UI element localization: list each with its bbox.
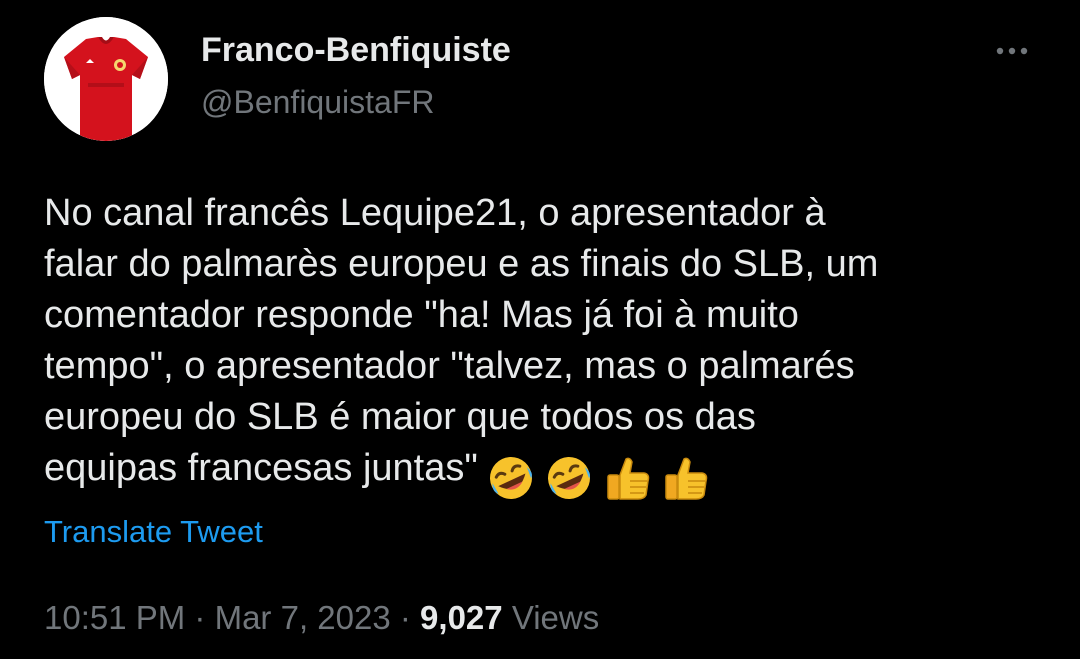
author-handle[interactable]: @BenfiquistaFR <box>201 82 434 122</box>
avatar[interactable] <box>44 17 168 141</box>
rolling-on-floor-laughing-icon <box>547 456 590 499</box>
emoji-group <box>484 451 716 503</box>
tweet-line: falar do palmarès europeu e as finais do… <box>44 243 879 285</box>
more-dots-icon[interactable] <box>988 36 1036 66</box>
translate-tweet-link[interactable]: Translate Tweet <box>44 512 263 552</box>
red-jersey-avatar-icon <box>44 17 168 141</box>
tweet-line-last: equipas francesas juntas" <box>44 443 1044 503</box>
author-display-name[interactable]: Franco-Benfiquiste <box>201 30 511 70</box>
tweet-line: equipas francesas juntas" <box>44 447 478 489</box>
meta-separator: · <box>399 599 411 636</box>
tweet-line: europeu do SLB é maior que todos os das <box>44 396 756 438</box>
tweet-meta: 10:51 PM · Mar 7, 2023 · 9,027 Views <box>44 598 599 638</box>
views-label: Views <box>511 599 600 636</box>
tweet-text: No canal francês Lequipe21, o apresentad… <box>44 188 1044 503</box>
tweet-time[interactable]: 10:51 PM <box>44 599 185 636</box>
thumbs-up-icon <box>665 457 708 500</box>
thumbs-up-icon <box>607 457 650 500</box>
tweet-line: comentador responde "ha! Mas já foi à mu… <box>44 294 799 336</box>
tweet-line: tempo", o apresentador "talvez, mas o pa… <box>44 345 855 387</box>
tweet-date[interactable]: Mar 7, 2023 <box>215 599 391 636</box>
tweet-line: No canal francês Lequipe21, o apresentad… <box>44 192 826 234</box>
rolling-on-floor-laughing-icon <box>489 456 532 499</box>
meta-separator: · <box>194 599 206 636</box>
views-count[interactable]: 9,027 <box>420 599 503 636</box>
